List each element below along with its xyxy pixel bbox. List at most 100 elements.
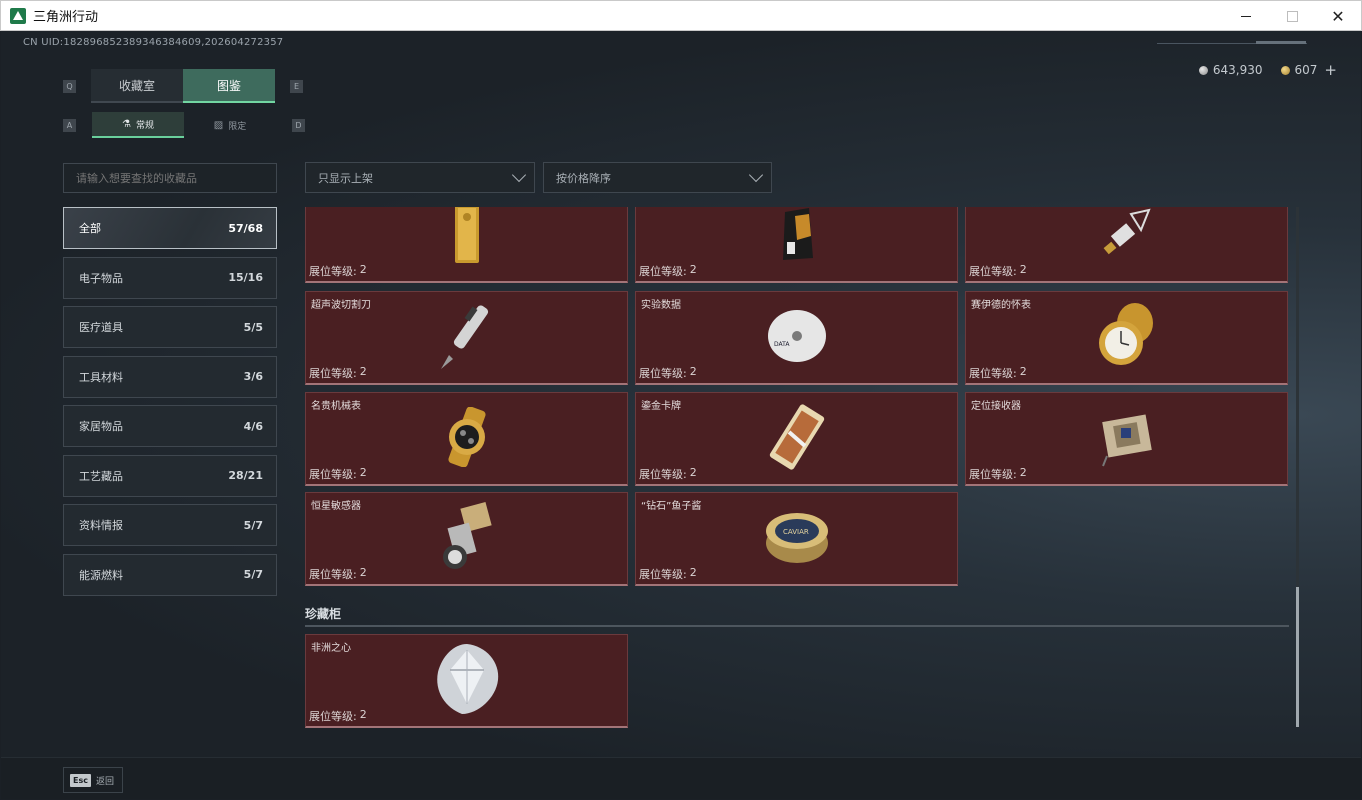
level-label: 展位等级:: [309, 367, 357, 380]
subtab-limited[interactable]: ▨ 限定: [184, 112, 276, 138]
scrollbar[interactable]: [1296, 207, 1299, 727]
availability-filter-dropdown[interactable]: 只显示上架: [305, 162, 535, 193]
sub-tabs: ⚗ 常规 ▨ 限定: [92, 112, 276, 138]
ultrasonic-cutter-icon: [435, 301, 499, 375]
category-count: 57/68: [228, 221, 263, 235]
app-logo-icon: [10, 7, 26, 24]
flask-icon: ⚗: [122, 118, 131, 130]
level-label: 展位等级:: [309, 710, 357, 723]
level-label: 展位等级:: [639, 367, 687, 380]
category-count: 3/6: [243, 370, 263, 383]
coffee-bag-icon: [777, 207, 817, 266]
level-value: 2: [689, 566, 697, 579]
category-label: 工艺藏品: [79, 469, 123, 483]
category-count: 5/5: [243, 320, 263, 334]
level-value: 2: [1019, 263, 1027, 276]
level-label: 展位等级:: [309, 468, 357, 481]
svg-text:DATA: DATA: [774, 341, 790, 348]
level-value: 2: [359, 263, 367, 276]
category-crafts[interactable]: 工艺藏品 28/21: [63, 454, 277, 497]
item-card[interactable]: 展位等级: 2: [965, 207, 1288, 283]
key-hint-d: D: [292, 119, 305, 132]
item-card[interactable]: 名贵机械表 展位等级: 2: [305, 392, 628, 486]
locator-receiver-icon: [1095, 406, 1159, 472]
item-card[interactable]: 超声波切割刀 展位等级: 2: [305, 291, 628, 385]
category-list: 全部 57/68 电子物品 15/16 医疗道具 5/5 工具材料 3/6 家居物品 4/…: [63, 207, 277, 603]
category-all[interactable]: 全部 57/68: [63, 207, 277, 249]
back-button[interactable]: Esc 返回: [63, 767, 123, 793]
maximize-button[interactable]: [1269, 1, 1315, 31]
item-card[interactable]: 赛伊德的怀表 展位等级: 2: [965, 291, 1288, 385]
level-value: 2: [1019, 466, 1027, 479]
usb-drive-icon: [1097, 207, 1157, 266]
item-card[interactable]: 非洲之心 展位等级: 2: [305, 634, 628, 728]
item-card[interactable]: “钻石”鱼子酱 CAVIAR 展位等级: 2: [635, 492, 958, 586]
category-label: 医疗道具: [79, 321, 123, 334]
gold-amount: 607: [1294, 63, 1318, 77]
star-sensor-icon: [437, 501, 497, 577]
item-card[interactable]: 实验数据 DATA 展位等级: 2: [635, 291, 958, 385]
level-value: 2: [1019, 365, 1027, 378]
item-name: 恒星敏感器: [311, 501, 361, 512]
level-value: 2: [689, 365, 697, 378]
wristwatch-icon: [439, 406, 495, 471]
pocket-watch-icon: [1095, 301, 1159, 375]
chevron-down-icon: [748, 167, 764, 183]
level-label: 展位等级:: [309, 568, 357, 581]
close-button[interactable]: ✕: [1315, 1, 1361, 31]
esc-key-hint: Esc: [70, 773, 91, 787]
category-intel[interactable]: 资料情报 5/7: [63, 504, 277, 546]
category-tools[interactable]: 工具材料 3/6: [63, 355, 277, 398]
category-count: 28/21: [228, 469, 263, 482]
main-tabs: 收藏室 图鉴: [91, 69, 275, 103]
diamond-icon: [432, 642, 502, 720]
footer-bar: Esc 返回: [1, 757, 1361, 799]
tab-catalog[interactable]: 图鉴: [183, 69, 275, 103]
level-value: 2: [359, 708, 367, 721]
item-card[interactable]: 定位接收器 展位等级: 2: [965, 392, 1288, 486]
silver-amount: 643,930: [1212, 63, 1263, 77]
category-label: 家居物品: [79, 420, 123, 433]
tab-collection-room[interactable]: 收藏室: [91, 69, 183, 103]
availability-filter-value: 只显示上架: [318, 171, 373, 185]
scrollbar-thumb[interactable]: [1296, 587, 1299, 727]
category-electronics[interactable]: 电子物品 15/16: [63, 256, 277, 299]
level-value: 2: [689, 466, 697, 479]
category-label: 全部: [79, 222, 101, 235]
item-card[interactable]: 展位等级: 2: [305, 207, 628, 283]
category-medical[interactable]: 医疗道具 5/5: [63, 306, 277, 348]
level-label: 展位等级:: [639, 568, 687, 581]
level-value: 2: [689, 263, 697, 276]
silver-currency: 643,930: [1198, 61, 1263, 79]
item-name: 定位接收器: [971, 401, 1021, 412]
sort-value: 按价格降序: [556, 171, 611, 185]
section-divider: [305, 625, 1289, 627]
level-label: 展位等级:: [969, 367, 1017, 380]
level-value: 2: [359, 365, 367, 378]
subtab-regular[interactable]: ⚗ 常规: [92, 112, 184, 138]
currency-bar: 643,930 607 +: [1198, 61, 1337, 79]
category-household[interactable]: 家居物品 4/6: [63, 405, 277, 447]
item-card[interactable]: 鎏金卡牌 展位等级: 2: [635, 392, 958, 486]
item-name: 名贵机械表: [311, 401, 361, 412]
add-currency-button[interactable]: +: [1324, 61, 1337, 79]
category-energy[interactable]: 能源燃料 5/7: [63, 553, 277, 596]
item-name: 实验数据: [641, 300, 681, 311]
category-label: 资料情报: [79, 519, 123, 532]
key-hint-a: A: [63, 119, 76, 132]
disc-icon: DATA: [766, 308, 828, 368]
window-titlebar: 三角洲行动 ✕: [0, 0, 1362, 31]
level-label: 展位等级:: [309, 265, 357, 278]
svg-text:CAVIAR: CAVIAR: [783, 528, 809, 536]
item-name: “钻石”鱼子酱: [641, 501, 702, 512]
subtab-regular-label: 常规: [135, 120, 154, 131]
item-name: 非洲之心: [311, 643, 351, 654]
sort-dropdown[interactable]: 按价格降序: [543, 162, 772, 193]
search-input[interactable]: [63, 163, 277, 193]
gold-currency: 607 +: [1280, 61, 1337, 79]
item-card[interactable]: 展位等级: 2: [635, 207, 958, 283]
category-label: 能源燃料: [79, 568, 123, 582]
item-card[interactable]: 恒星敏感器 展位等级: 2: [305, 492, 628, 586]
minimize-button[interactable]: [1223, 1, 1269, 31]
key-hint-e: E: [290, 80, 303, 93]
